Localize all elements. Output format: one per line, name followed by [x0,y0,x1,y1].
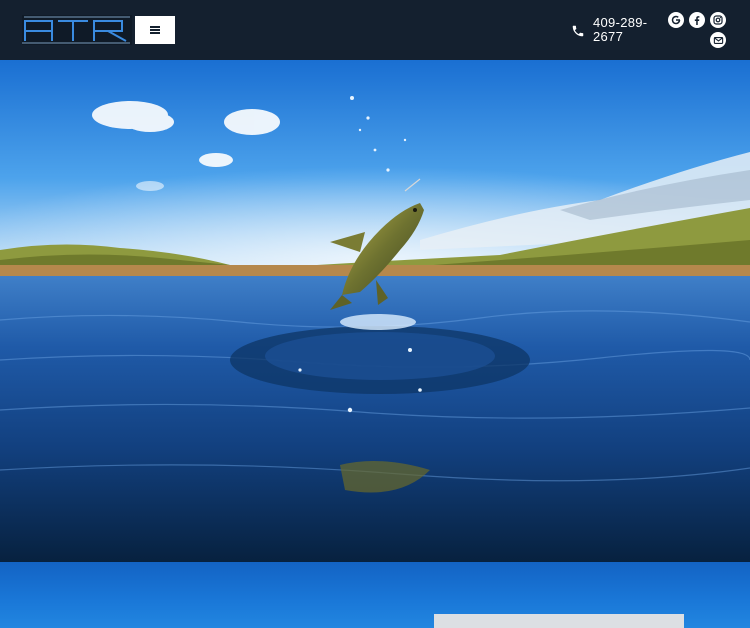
phone-icon [572,25,584,37]
site-header: 409-289-2677 [0,0,750,60]
phone-link[interactable]: 409-289-2677 [571,16,655,44]
email-link[interactable] [710,32,726,48]
envelope-icon [713,36,723,44]
google-link[interactable] [668,12,684,28]
bass-jumping-photo [0,60,750,562]
google-icon [671,15,681,25]
facebook-link[interactable] [689,12,705,28]
facebook-icon [694,16,700,25]
lower-section [0,562,750,628]
instagram-icon [713,15,723,25]
hamburger-menu-icon [150,26,160,34]
hero-image [0,60,750,562]
menu-toggle-button[interactable] [135,16,175,44]
instagram-link[interactable] [710,12,726,28]
atr-logo-icon [22,15,132,45]
site-logo[interactable] [22,15,132,45]
phone-number: 409-289-2677 [593,15,648,44]
content-card [434,614,684,628]
